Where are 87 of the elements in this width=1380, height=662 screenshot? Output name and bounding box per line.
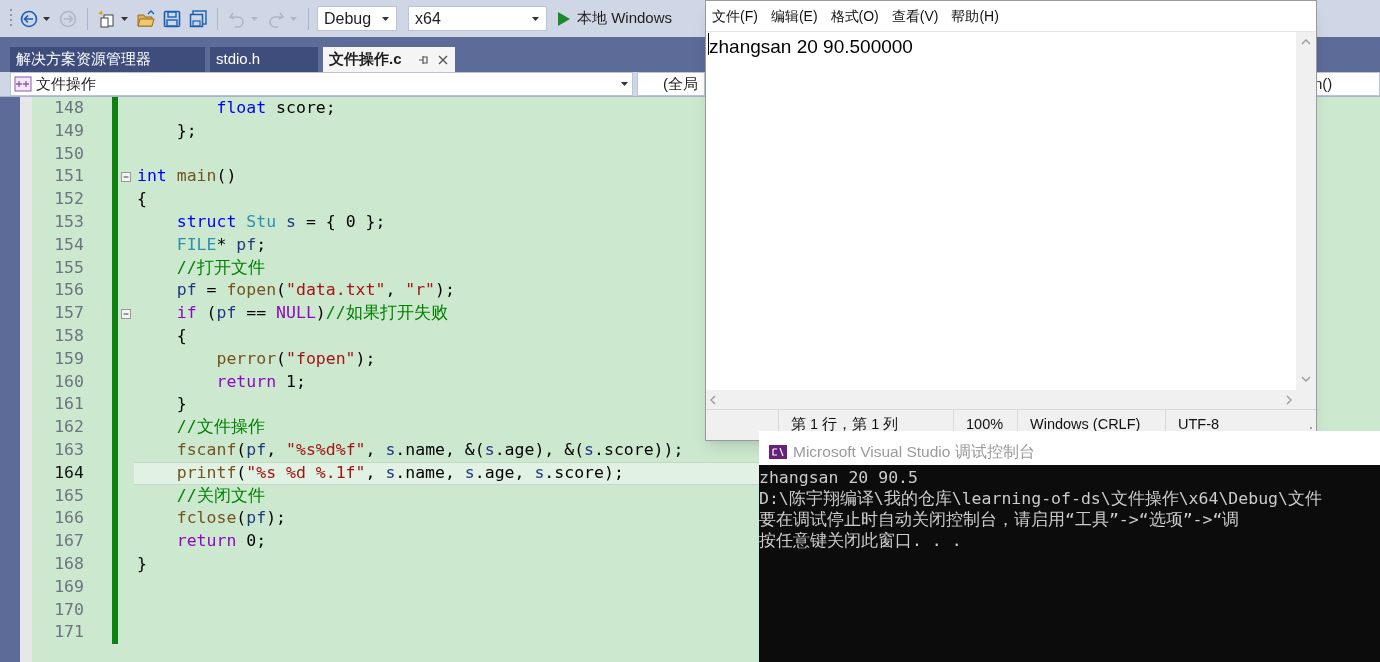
code-line: return 0; (175, 530, 267, 553)
code-line: FILE* pf; (175, 233, 267, 256)
line-number: 157 (53, 302, 84, 325)
scroll-left-icon (709, 394, 717, 405)
line-number: 161 (53, 393, 84, 416)
collapse-icon[interactable] (121, 308, 131, 319)
vertical-scrollbar[interactable] (1296, 32, 1316, 409)
document-tab[interactable]: 文件操作.c (323, 47, 455, 72)
line-number: 150 (53, 142, 84, 165)
line-number: 171 (53, 621, 84, 644)
run-button[interactable]: 本地 Windows (557, 7, 673, 30)
code-line: perror("fopen"); (215, 347, 376, 370)
console-line: zhangsan 20 90.5 (759, 467, 918, 488)
collapse-icon[interactable] (121, 171, 131, 182)
code-line: fclose(pf); (175, 507, 287, 530)
menu-item[interactable]: 文件(F) (712, 6, 758, 27)
horizontal-scrollbar[interactable] (706, 390, 1296, 409)
code-line: struct Stu s = { 0 }; (175, 211, 386, 233)
code-line: return 1; (215, 370, 306, 393)
code-line: }; (175, 119, 197, 142)
line-number: 148 (53, 97, 84, 119)
line-number: 170 (53, 598, 84, 621)
line-number: 159 (53, 347, 84, 370)
play-icon (557, 10, 571, 27)
code-line: { (175, 324, 187, 347)
console-line: 按任意键关闭此窗口. . . (759, 530, 962, 551)
line-number: 164 (53, 461, 84, 484)
code-line: float score; (215, 97, 336, 119)
line-number: 158 (53, 324, 84, 347)
line-number: 166 (53, 507, 84, 530)
line-number: 160 (53, 370, 84, 393)
platform-dropdown[interactable]: x64 (408, 6, 547, 31)
window-title: Microsoft Visual Studio 调试控制台 (793, 442, 1035, 463)
document-tab[interactable]: 解决方案资源管理器 (10, 47, 205, 72)
scope-dropdown[interactable]: 文件操作 (10, 72, 633, 96)
menu-item[interactable]: 格式(O) (830, 6, 879, 27)
line-number: 169 (53, 575, 84, 598)
pin-icon (417, 53, 429, 66)
code-line: //关闭文件 (175, 484, 265, 507)
line-number: 152 (53, 188, 84, 211)
line-number: 168 (53, 552, 84, 575)
close-icon (437, 53, 449, 66)
save-icon (163, 9, 181, 28)
line-number: 163 (53, 438, 84, 461)
scope-icon (14, 76, 32, 92)
document-text: zhangsan 20 90.500000 (709, 35, 913, 59)
status-text: UTF-8 (1178, 415, 1220, 435)
line-number: 149 (53, 119, 84, 142)
scroll-up-icon (1301, 38, 1311, 46)
code-line: } (137, 552, 147, 575)
status-text: Windows (CRLF) (1030, 415, 1141, 435)
line-number: 154 (53, 233, 84, 256)
line-number: 155 (53, 256, 84, 279)
status-text: 100% (966, 415, 1004, 435)
code-line: //打开文件 (175, 256, 265, 279)
code-line: } (175, 393, 187, 416)
line-number: 153 (53, 211, 84, 233)
line-number: 162 (53, 416, 84, 439)
console-line: 要在调试停止时自动关闭控制台，请启用“工具”->“选项”->“调 (759, 509, 1240, 530)
code-line: int main() (137, 165, 237, 188)
line-number: 167 (53, 530, 84, 553)
scroll-down-icon (1301, 375, 1311, 383)
caret-icon (620, 80, 629, 88)
menu-item[interactable]: 编辑(E) (770, 6, 818, 27)
code-line: printf("%s %d %.1f", s.name, s.age, s.score); (175, 461, 624, 484)
caret-icon (531, 14, 540, 23)
new-project-icon (98, 9, 116, 28)
open-folder-icon (137, 9, 155, 28)
scroll-right-icon (1285, 394, 1293, 405)
line-number: 165 (53, 484, 84, 507)
configuration-dropdown[interactable]: Debug (317, 6, 397, 31)
code-line: pf = fopen("data.txt", "r"); (175, 279, 455, 302)
caret-icon (381, 14, 390, 23)
menu-item[interactable]: 查看(V) (891, 6, 939, 27)
code-line: if (pf == NULL)//如果打开失败 (175, 302, 448, 325)
code-line: { (137, 188, 147, 211)
code-line: fscanf(pf, "%s%d%f", s.name, &(s.age), &(s.score)); (175, 438, 684, 461)
line-number: 156 (53, 279, 84, 302)
context-dropdown[interactable]: (全局 (637, 72, 705, 96)
status-text: 第 1 行，第 1 列 (791, 415, 899, 435)
menu-item[interactable]: 帮助(H) (951, 6, 999, 27)
document-tab[interactable]: stdio.h (210, 47, 318, 72)
line-number: 151 (53, 165, 84, 188)
save-all-icon (189, 9, 207, 28)
code-line: //文件操作 (175, 416, 265, 439)
console-line: D:\陈宇翔编译\我的仓库\learning-of-ds\文件操作\x64\Debug\文件 (759, 488, 1322, 509)
console-app-icon (769, 445, 787, 459)
